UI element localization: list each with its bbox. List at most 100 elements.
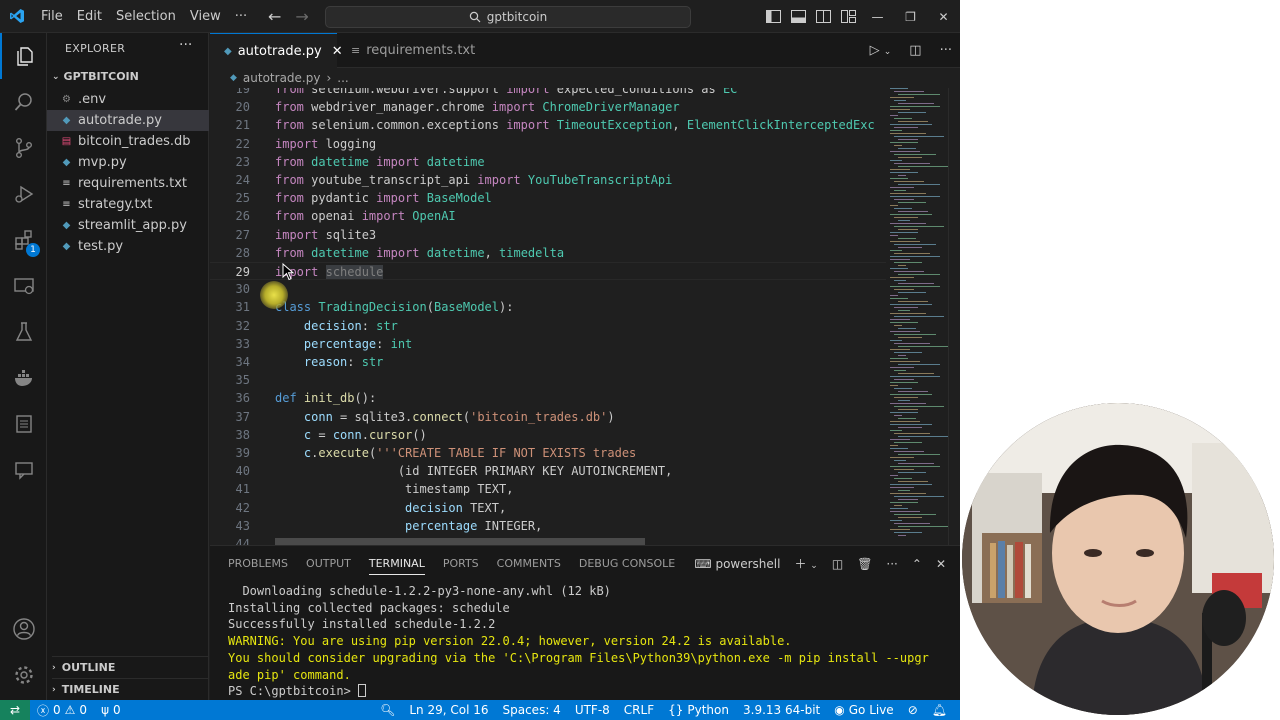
testing-flask-icon[interactable] <box>0 309 47 355</box>
lightbulb-icon[interactable] <box>260 281 288 309</box>
extensions-icon[interactable]: 1 <box>0 217 47 263</box>
code-line[interactable]: 21 from selenium.common.exceptions import… <box>210 116 886 134</box>
code-line[interactable]: 36 def init_db(): <box>210 389 886 407</box>
explorer-more-button[interactable]: ··· <box>179 37 192 53</box>
end-of-line[interactable]: CRLF <box>617 703 661 717</box>
cursor-position[interactable]: Ln 29, Col 16 <box>402 703 495 717</box>
timeline-section[interactable]: › TIMELINE <box>52 678 209 700</box>
terminal-output[interactable]: Downloading schedule-1.2.2-py3-none-any.… <box>228 583 948 700</box>
indentation[interactable]: Spaces: 4 <box>496 703 568 717</box>
code-line[interactable]: 39 c.execute('''CREATE TABLE IF NOT EXIS… <box>210 444 886 462</box>
tab-requirements[interactable]: ≡ requirements.txt <box>337 33 487 68</box>
code-line[interactable]: 38 c = conn.cursor() <box>210 426 886 444</box>
menu-view[interactable]: View <box>183 0 228 33</box>
tab-ports[interactable]: PORTS <box>434 546 488 581</box>
remote-indicator-icon[interactable]: ⇄ <box>0 700 30 720</box>
code-line[interactable]: 22 import logging <box>210 135 886 153</box>
tab-comments[interactable]: COMMENTS <box>488 546 570 581</box>
encoding[interactable]: UTF-8 <box>568 703 617 717</box>
code-line[interactable]: 24 from youtube_transcript_api import You… <box>210 171 886 189</box>
file-item[interactable]: ≡ strategy.txt <box>47 194 209 215</box>
notifications-bell-icon[interactable]: 🔔︎ <box>925 703 954 717</box>
tab-problems[interactable]: PROBLEMS <box>219 546 297 581</box>
restore-icon[interactable]: ❐ <box>894 0 927 33</box>
code-line[interactable]: 41 timestamp TEXT, <box>210 480 886 498</box>
trash-icon[interactable]: 🗑 <box>857 557 872 571</box>
code-line[interactable]: 25 from pydantic import BaseModel <box>210 189 886 207</box>
close-panel-icon[interactable]: ✕ <box>936 557 946 571</box>
new-terminal-icon[interactable]: ＋ ⌄ <box>794 555 817 572</box>
language-mode[interactable]: {} Python <box>661 703 736 717</box>
tab-autotrade[interactable]: ◆ autotrade.py ✕ <box>210 33 343 68</box>
go-live-button[interactable]: ◉ Go Live <box>827 703 900 717</box>
run-python-file-icon[interactable]: ▷ ⌄ <box>870 43 892 58</box>
outline-section[interactable]: › OUTLINE <box>52 656 209 678</box>
file-item[interactable]: ≡ requirements.txt <box>47 173 209 194</box>
notebook-icon[interactable] <box>0 401 47 447</box>
code-line[interactable]: 43 percentage INTEGER, <box>210 517 886 535</box>
file-item[interactable]: ◆ test.py <box>47 236 209 257</box>
breadcrumb-file[interactable]: autotrade.py <box>243 71 321 85</box>
account-icon[interactable] <box>0 606 47 652</box>
file-item[interactable]: ◆ mvp.py <box>47 152 209 173</box>
minimap[interactable] <box>886 88 948 545</box>
code-line[interactable]: 40 (id INTEGER PRIMARY KEY AUTOINCREMENT… <box>210 462 886 480</box>
horizontal-scrollbar[interactable] <box>275 538 645 545</box>
code-line[interactable]: 35 <box>210 371 886 389</box>
maximize-panel-icon[interactable]: ⌃ <box>912 557 922 571</box>
terminal-shell-selector[interactable]: ⌨ powershell <box>694 557 780 571</box>
code-line[interactable]: 20 from webdriver_manager.chrome import C… <box>210 98 886 116</box>
command-center-search[interactable]: gptbitcoin <box>325 6 691 28</box>
more-actions-icon[interactable]: ··· <box>886 557 897 571</box>
customize-layout-icon[interactable] <box>836 0 861 33</box>
code-line[interactable]: 31 class TradingDecision(BaseModel): <box>210 298 886 316</box>
code-line[interactable]: 34 reason: str <box>210 353 886 371</box>
tab-debug-console[interactable]: DEBUG CONSOLE <box>570 546 684 581</box>
back-arrow-icon[interactable]: ← <box>268 7 281 26</box>
code-line[interactable]: 27 import sqlite3 <box>210 226 886 244</box>
ports-indicator[interactable]: ψ0 <box>94 703 128 717</box>
source-control-icon[interactable] <box>0 125 47 171</box>
minimize-icon[interactable]: — <box>861 0 894 33</box>
close-window-icon[interactable]: ✕ <box>927 0 960 33</box>
docker-icon[interactable] <box>0 355 47 401</box>
code-line[interactable]: 32 decision: str <box>210 317 886 335</box>
problems-indicator[interactable]: ⓧ 0 ⚠ 0 <box>30 702 94 719</box>
menu-file[interactable]: File <box>34 0 70 33</box>
remote-explorer-icon[interactable] <box>0 263 47 309</box>
code-line[interactable]: 42 decision TEXT, <box>210 499 886 517</box>
tab-terminal[interactable]: TERMINAL <box>360 546 434 581</box>
code-line[interactable]: 26 from openai import OpenAI <box>210 207 886 225</box>
code-line[interactable]: 30 <box>210 280 886 298</box>
code-editor[interactable]: 19 from selenium.webdriver.support import… <box>210 88 886 545</box>
code-line[interactable]: 37 conn = sqlite3.connect('bitcoin_trade… <box>210 408 886 426</box>
menu-edit[interactable]: Edit <box>70 0 109 33</box>
code-line[interactable]: 33 percentage: int <box>210 335 886 353</box>
search-icon[interactable] <box>0 79 47 125</box>
code-line[interactable]: 19 from selenium.webdriver.support import… <box>210 88 886 98</box>
more-actions-icon[interactable]: ··· <box>940 43 952 58</box>
menu-selection[interactable]: Selection <box>109 0 183 33</box>
workspace-folder[interactable]: ⌄ GPTBITCOIN <box>52 70 139 83</box>
breadcrumb-rest[interactable]: ... <box>337 71 348 85</box>
menu-more[interactable]: ··· <box>228 0 254 33</box>
toggle-secondary-sidebar-icon[interactable] <box>811 0 836 33</box>
file-item[interactable]: ▤ bitcoin_trades.db <box>47 131 209 152</box>
python-interpreter[interactable]: 3.9.13 64-bit <box>736 703 827 717</box>
file-item[interactable]: ⚙ .env <box>47 89 209 110</box>
zoom-icon[interactable]: 🔍︎ <box>373 703 402 717</box>
code-line[interactable]: 29 import schedule <box>210 262 886 280</box>
split-terminal-icon[interactable]: ◫ <box>832 557 843 571</box>
file-item[interactable]: ◆ autotrade.py <box>47 110 209 131</box>
toggle-panel-icon[interactable] <box>786 0 811 33</box>
tab-output[interactable]: OUTPUT <box>297 546 360 581</box>
editor-scrollbar[interactable] <box>948 88 960 545</box>
chat-icon[interactable] <box>0 447 47 493</box>
settings-gear-icon[interactable] <box>0 652 47 698</box>
copilot-icon[interactable]: ⊘ <box>901 703 925 717</box>
toggle-sidebar-icon[interactable] <box>761 0 786 33</box>
code-line[interactable]: 28 from datetime import datetime, timedel… <box>210 244 886 262</box>
code-line[interactable]: 23 from datetime import datetime <box>210 153 886 171</box>
split-editor-icon[interactable]: ◫ <box>909 43 921 58</box>
forward-arrow-icon[interactable]: → <box>295 7 308 26</box>
